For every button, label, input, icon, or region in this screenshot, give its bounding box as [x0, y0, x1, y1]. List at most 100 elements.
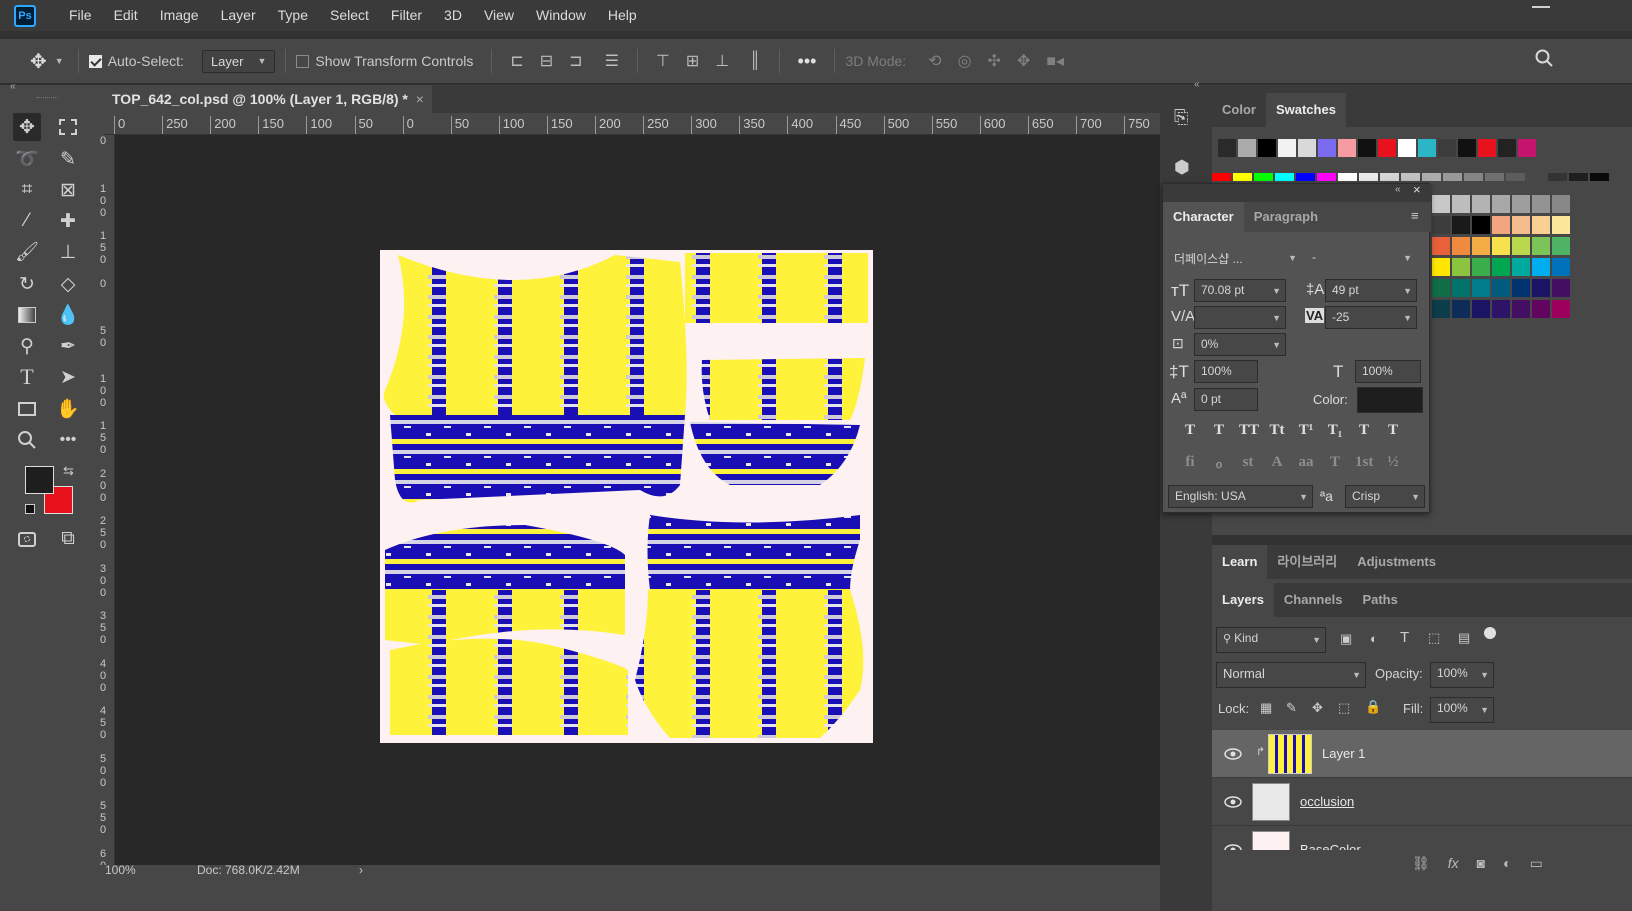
menu-edit[interactable]: Edit [103, 0, 149, 31]
panel-menu-icon[interactable]: ≡ [1411, 208, 1419, 223]
swatch[interactable] [1212, 173, 1231, 181]
filter-pixel-icon[interactable]: ▣ [1340, 631, 1352, 647]
search-icon[interactable] [1535, 49, 1553, 67]
close-panel-icon[interactable]: × [1413, 182, 1421, 197]
menu-view[interactable]: View [473, 0, 525, 31]
swatch[interactable] [1512, 300, 1530, 318]
swatch[interactable] [1548, 173, 1567, 181]
char-style-button[interactable]: T [1210, 422, 1228, 439]
move-tool-icon[interactable]: ✥ [30, 49, 47, 74]
menu-filter[interactable]: Filter [380, 0, 433, 31]
lasso-tool-icon[interactable]: ➰ [13, 145, 41, 173]
swatch[interactable] [1552, 216, 1570, 234]
char-style-button[interactable]: st [1239, 454, 1257, 473]
leading-field[interactable]: 49 pt ▼ [1325, 279, 1417, 302]
visibility-eye-icon[interactable] [1224, 745, 1242, 763]
visibility-eye-icon[interactable] [1224, 793, 1242, 811]
menu-help[interactable]: Help [597, 0, 648, 31]
swatch[interactable] [1590, 173, 1609, 181]
quick-mask-icon[interactable] [13, 525, 41, 553]
swatch[interactable] [1338, 139, 1356, 157]
swatch[interactable] [1418, 139, 1436, 157]
swatch[interactable] [1532, 300, 1550, 318]
eyedropper-tool-icon[interactable]: ⁄ [13, 207, 41, 235]
dodge-tool-icon[interactable]: ⚲ [13, 332, 41, 360]
swatch[interactable] [1532, 237, 1550, 255]
swatch[interactable] [1432, 300, 1450, 318]
swatch[interactable] [1443, 173, 1462, 181]
tab-learn[interactable]: Learn [1212, 545, 1268, 579]
char-style-button[interactable]: 1st [1355, 454, 1373, 473]
filter-smart-object-icon[interactable]: ▤ [1458, 630, 1470, 646]
align-left-icon[interactable]: ⊏ [510, 51, 523, 71]
fx-icon[interactable]: fx [1448, 855, 1459, 871]
swatch[interactable] [1512, 216, 1530, 234]
swatch[interactable] [1472, 279, 1490, 297]
tab-character[interactable]: Character [1163, 202, 1244, 232]
swatch[interactable] [1552, 237, 1570, 255]
swatch[interactable] [1532, 195, 1550, 213]
font-size-field[interactable]: 70.08 pt ▼ [1194, 279, 1286, 302]
menu-select[interactable]: Select [319, 0, 380, 31]
baseline-shift-field[interactable]: 0 pt [1194, 388, 1258, 411]
swatch[interactable] [1472, 216, 1490, 234]
swatch[interactable] [1472, 258, 1490, 276]
move-tool-icon[interactable]: ✥ [13, 113, 41, 141]
swatch[interactable] [1532, 258, 1550, 276]
path-selection-tool-icon[interactable]: ➤ [54, 363, 82, 391]
3d-pan-icon[interactable]: ✣ [988, 51, 1001, 71]
char-style-button[interactable]: T [1181, 422, 1199, 439]
filter-adjustment-icon[interactable]: ◐ [1370, 631, 1378, 646]
crop-tool-icon[interactable]: ⌗ [13, 176, 41, 204]
layer-filter-kind[interactable]: ⚲ Kind ▼ [1216, 627, 1326, 653]
swatch[interactable] [1432, 279, 1450, 297]
swatch[interactable] [1432, 258, 1450, 276]
swatch[interactable] [1552, 195, 1570, 213]
char-style-button[interactable]: A [1268, 454, 1286, 473]
kerning-field[interactable]: ▼ [1194, 306, 1286, 329]
swatch[interactable] [1422, 173, 1441, 181]
char-style-button[interactable]: T [1384, 422, 1402, 439]
swatch[interactable] [1218, 139, 1236, 157]
tool-preset-chevron-icon[interactable]: ▼ [55, 56, 64, 66]
char-style-button[interactable]: T¹ [1297, 422, 1315, 439]
swatch[interactable] [1238, 139, 1256, 157]
layer-name[interactable]: occlusion [1300, 794, 1354, 809]
3d-roll-icon[interactable]: ◎ [958, 51, 972, 71]
edit-toolbar-icon[interactable]: ••• [54, 426, 82, 454]
vertical-scale-field[interactable]: 100% [1194, 360, 1258, 383]
swatch[interactable] [1296, 173, 1315, 181]
swatch[interactable] [1472, 300, 1490, 318]
fill-field[interactable]: 100% ▼ [1430, 697, 1494, 723]
char-style-button[interactable]: TT [1239, 422, 1259, 439]
swatch[interactable] [1254, 173, 1273, 181]
swatch[interactable] [1452, 195, 1470, 213]
tab-swatches[interactable]: Swatches [1265, 93, 1346, 127]
menu-layer[interactable]: Layer [210, 0, 267, 31]
collapse-arrows-icon[interactable]: « [10, 81, 16, 92]
swatch[interactable] [1532, 216, 1550, 234]
zoom-tool-icon[interactable] [13, 426, 41, 454]
frame-tool-icon[interactable]: ⊠ [54, 176, 82, 204]
swatch[interactable] [1532, 279, 1550, 297]
tab-paths[interactable]: Paths [1352, 583, 1407, 617]
zoom-level[interactable]: 100% [105, 863, 136, 877]
menu-window[interactable]: Window [525, 0, 597, 31]
add-mask-icon[interactable]: ◙ [1477, 855, 1485, 871]
rectangle-tool-icon[interactable] [13, 395, 41, 423]
tsume-field[interactable]: 0% ▼ [1194, 333, 1286, 356]
char-style-button[interactable]: aa [1297, 454, 1315, 473]
swatch[interactable] [1492, 300, 1510, 318]
swatch[interactable] [1492, 237, 1510, 255]
swatch[interactable] [1506, 173, 1525, 181]
swatch[interactable] [1498, 139, 1516, 157]
font-family-field[interactable]: 더페이스샵 ... ▼ [1168, 247, 1301, 270]
3d-orbit-icon[interactable]: ⟲ [928, 51, 941, 71]
swatch[interactable] [1452, 237, 1470, 255]
close-tab-icon[interactable]: × [416, 91, 424, 107]
align-bottom-icon[interactable]: ⊥ [715, 51, 729, 71]
layer-name[interactable]: Layer 1 [1322, 746, 1365, 761]
type-tool-icon[interactable]: T [13, 363, 41, 391]
lock-artboard-icon[interactable]: ⬚ [1338, 700, 1350, 716]
swatch[interactable] [1527, 173, 1546, 181]
